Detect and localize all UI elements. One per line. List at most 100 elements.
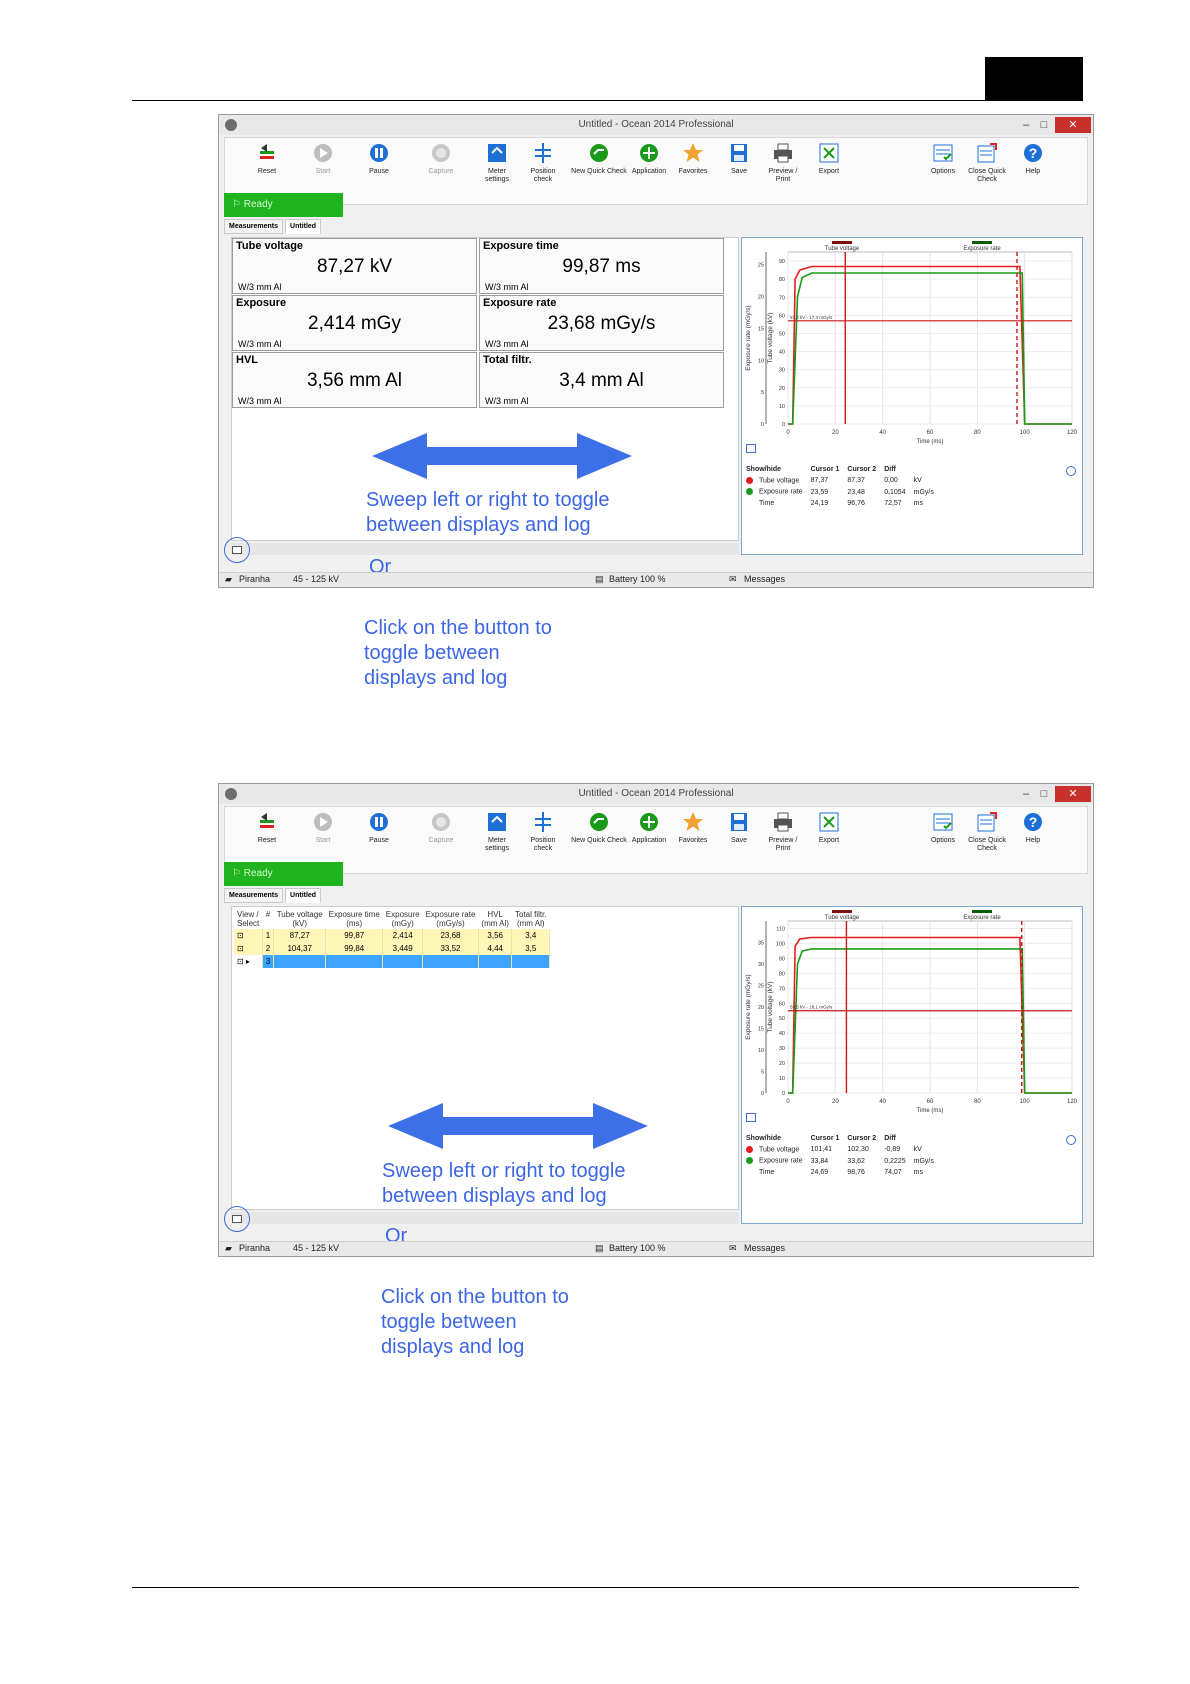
toolbar-button-pause[interactable]: Pause: [351, 809, 407, 845]
messages-link[interactable]: Messages: [744, 1243, 785, 1253]
maximize-button[interactable]: □: [1035, 786, 1053, 802]
cursor-table-value: 87,37: [847, 477, 865, 485]
col-exposure-time: Exposure time (ms): [325, 909, 383, 929]
x-axis-label: Time (ms): [917, 1108, 944, 1114]
play-icon: [314, 144, 332, 162]
toolbar-button-help[interactable]: ? Help: [1005, 140, 1061, 176]
minimize-button[interactable]: –: [1017, 786, 1035, 802]
cursor-table-cell[interactable]: Exposure rate: [744, 1155, 809, 1166]
toolbar-button-export[interactable]: Export: [801, 809, 857, 845]
page-header-rule: [132, 100, 1079, 101]
cursor-table-cell: Time: [744, 1167, 809, 1178]
toolbar-button-position-check[interactable]: Position check: [515, 140, 571, 184]
cursor-table-row: Tube voltage 101,41 102,30 -0,89 kV: [744, 1144, 940, 1155]
y-kv-tick-label: 80: [779, 277, 785, 283]
maximize-button[interactable]: □: [1035, 117, 1053, 133]
y-rate-tick-label: 5: [761, 1070, 764, 1076]
cursor-table-value: 23,59: [810, 488, 829, 496]
chart-zoom-icon[interactable]: [746, 444, 756, 453]
close-button[interactable]: ✕: [1055, 786, 1091, 802]
messages-link[interactable]: Messages: [744, 574, 785, 584]
sweep-instruction: Sweep left or right to toggle between di…: [382, 1160, 626, 1207]
messages-icon: ✉: [729, 1243, 737, 1253]
series-visibility-dot-icon[interactable]: [746, 477, 753, 484]
x-tick-label: 100: [1020, 1099, 1031, 1105]
col-total-filtr: Total filtr. (mm Al): [511, 909, 550, 929]
view-icon[interactable]: ⊡: [234, 942, 263, 955]
toolbar-button-help[interactable]: ? Help: [1005, 809, 1061, 845]
cursor-table-cell: 87,37: [809, 475, 846, 486]
log-table: View / Select # Tube voltage (kV) Exposu…: [234, 909, 551, 968]
cursor-table-value: 0,00: [884, 477, 898, 485]
toolbar-button-pause[interactable]: Pause: [351, 140, 407, 176]
status-bar: ▰ Piranha 45 - 125 kV ▤ Battery 100 % ✉ …: [219, 572, 1093, 587]
toolbar-button-export[interactable]: Export: [801, 140, 857, 176]
series-visibility-dot-icon[interactable]: [746, 1157, 753, 1165]
series-visibility-dot-icon[interactable]: [746, 488, 753, 496]
series-visibility-dot-icon[interactable]: [746, 1146, 753, 1153]
y-kv-tick-label: 50: [779, 331, 785, 337]
tab-untitled[interactable]: Untitled: [285, 219, 322, 234]
table-row-selected[interactable]: ⊡ ▸ 3: [234, 955, 551, 968]
toolbar-button-reset[interactable]: Reset: [239, 809, 295, 845]
col-tube-voltage: Tube voltage (kV): [273, 909, 326, 929]
cursor-table-heading: [912, 1133, 940, 1144]
tab-measurements[interactable]: Measurements: [224, 219, 284, 234]
cursor-table-value: mGy/s: [913, 488, 934, 496]
table-row[interactable]: ⊡ 1 87,27 99,87 2,414 23,68 3,56 3,4: [234, 929, 551, 942]
cell: [325, 955, 384, 968]
chart-pane: 0 20 40 60 80 100 120 0 10 20 30 40 50 60 70 80 90 100 110…: [741, 906, 1083, 1224]
cursor-table-cell: mGy/s: [912, 1155, 940, 1166]
y-rate-axis-label: Exposure rate (mGy/s): [745, 305, 752, 370]
cursor-table-cell: 102,30: [845, 1144, 882, 1155]
y-kv-tick-label: 100: [776, 941, 785, 947]
cursor-table-value: 24,69: [810, 1168, 829, 1176]
toolbar-button-new-quick-check[interactable]: New Quick Check: [571, 140, 627, 176]
display-cell: Exposure time 99,87 ms W/3 mm Al: [479, 238, 724, 294]
toolbar-button-position-check[interactable]: Position check: [515, 809, 571, 853]
view-icon[interactable]: ⊡ ▸: [234, 955, 263, 968]
reset-icon: [260, 813, 274, 828]
x-tick-label: 120: [1067, 430, 1078, 436]
tab-measurements[interactable]: Measurements: [224, 888, 284, 903]
cursor-table-cell: 0,2225: [882, 1155, 911, 1166]
cursor-table-value: 72,57: [884, 499, 902, 507]
toolbar-button-reset[interactable]: Reset: [239, 140, 295, 176]
battery-icon: ▤: [595, 574, 604, 584]
toggle-log-button[interactable]: [224, 537, 250, 563]
close-button[interactable]: ✕: [1055, 117, 1091, 133]
toolbar-button-start[interactable]: Start: [295, 140, 351, 176]
cursor-table-value: 24,19: [810, 499, 829, 507]
y-rate-tick-label: 0: [761, 1091, 764, 1097]
x-axis-label: Time (ms): [917, 439, 944, 445]
cell-title: Exposure time: [483, 240, 559, 252]
toolbar-button-label: Export: [818, 837, 840, 844]
new-quick-check-icon: [590, 144, 608, 162]
toolbar-button-new-quick-check[interactable]: New Quick Check: [571, 809, 627, 845]
cursor-table-value: 101,41: [810, 1146, 833, 1154]
tab-untitled[interactable]: Untitled: [285, 888, 322, 903]
cursor-table-cell[interactable]: Tube voltage: [744, 1144, 809, 1155]
expand-icon[interactable]: [1066, 1135, 1076, 1145]
cursor-table-cell[interactable]: Tube voltage: [744, 475, 809, 486]
y-kv-tick-label: 30: [779, 368, 785, 374]
expand-icon[interactable]: [1066, 466, 1076, 476]
table-row[interactable]: ⊡ 2 104,37 99,84 3,449 33,52 4,44 3,5: [234, 942, 551, 955]
cursor-table-row: Exposure rate 23,59 23,48 0,1054 mGy/s: [744, 486, 940, 497]
toolbar-button-start[interactable]: Start: [295, 809, 351, 845]
view-icon[interactable]: ⊡: [234, 929, 263, 942]
cursor-table-value: 0,1054: [884, 488, 906, 496]
legend-swatch: [972, 910, 992, 913]
toggle-display-button[interactable]: [224, 1206, 250, 1232]
status-text: Ready: [243, 199, 273, 210]
chart-zoom-icon[interactable]: [746, 1113, 756, 1122]
minimize-button[interactable]: –: [1017, 117, 1035, 133]
toolbar-button-capture[interactable]: Capture: [413, 809, 469, 845]
cursor-table-value: Exposure rate: [759, 1157, 803, 1165]
col-exposure-rate: Exposure rate (mGy/s): [422, 909, 479, 929]
click-instruction: Click on the button to toggle between di…: [364, 617, 552, 689]
cursor-table-cell[interactable]: Exposure rate: [744, 486, 809, 497]
toolbar-button-capture[interactable]: Capture: [413, 140, 469, 176]
cell-value: 2,414 mGy: [308, 313, 401, 334]
y-rate-tick-label: 0: [761, 422, 764, 428]
